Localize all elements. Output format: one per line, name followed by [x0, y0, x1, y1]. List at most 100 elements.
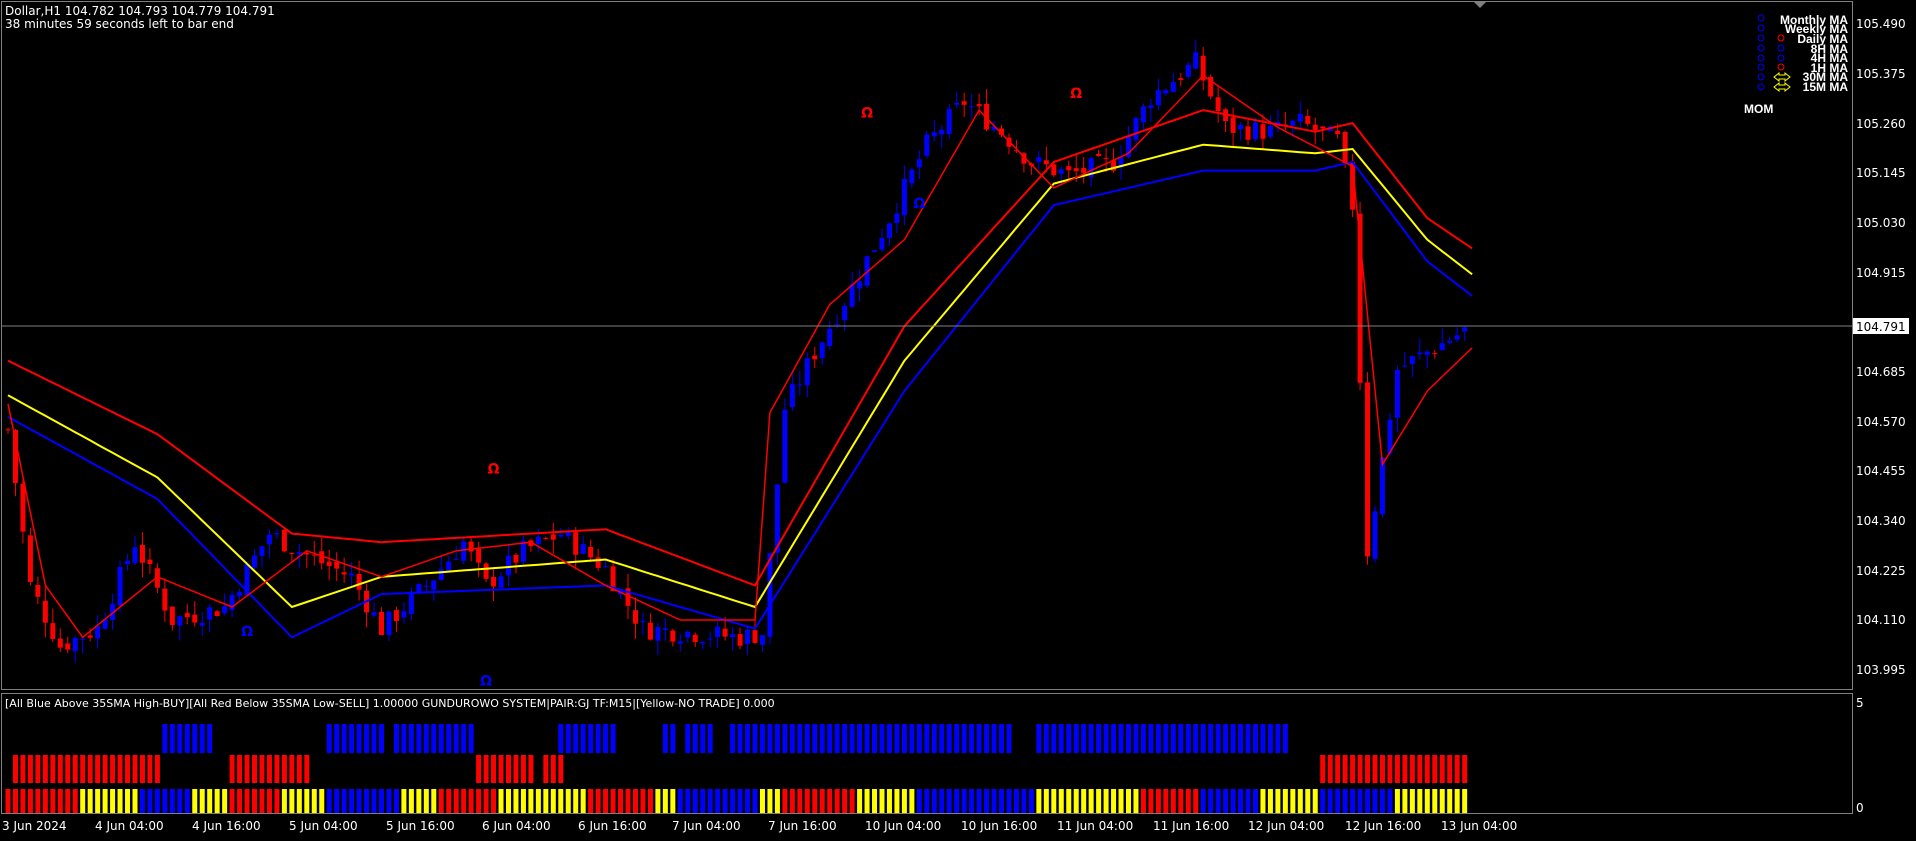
momentum-buy-bar — [431, 724, 437, 753]
momentum-buy-bar — [961, 724, 967, 753]
momentum-buy-bar — [1170, 724, 1176, 753]
current-price-label: 104.791 — [1856, 320, 1906, 334]
momentum-buy-bar — [797, 724, 803, 753]
momentum-no-trade-bar — [1417, 789, 1423, 813]
momentum-sell-bar — [102, 755, 108, 783]
momentum-sell-bar — [1178, 789, 1184, 813]
momentum-sell-bar — [1163, 789, 1169, 813]
momentum-buy-bar — [1006, 724, 1012, 753]
momentum-no-trade-bar — [1066, 789, 1072, 813]
bull-candle — [1394, 369, 1400, 418]
momentum-no-trade-bar — [1297, 789, 1303, 813]
momentum-no-trade-bar — [110, 789, 116, 813]
momentum-buy-bar — [924, 789, 930, 813]
momentum-buy-bar — [909, 724, 915, 753]
bear-candle — [543, 537, 549, 539]
price-tick-label: 105.260 — [1856, 117, 1906, 131]
momentum-sell-bar — [603, 789, 609, 813]
momentum-no-trade-bar — [1111, 789, 1117, 813]
momentum-buy-bar — [386, 789, 392, 813]
time-tick-label: 6 Jun 16:00 — [578, 819, 647, 833]
bull-candle — [453, 558, 459, 560]
bull-candle — [1155, 90, 1161, 106]
bull-candle — [1148, 105, 1154, 109]
momentum-sell-bar — [1454, 755, 1460, 783]
bull-candle — [819, 342, 825, 359]
momentum-buy-bar — [984, 724, 990, 753]
momentum-no-trade-bar — [1103, 789, 1109, 813]
bull-candle — [229, 594, 235, 611]
momentum-sell-bar — [110, 755, 116, 783]
momentum-buy-bar — [1223, 724, 1229, 753]
bull-candle — [857, 281, 863, 289]
momentum-sell-bar — [610, 789, 616, 813]
bull-candle — [177, 616, 183, 626]
bull-candle — [640, 621, 646, 623]
momentum-sell-bar — [834, 789, 840, 813]
momentum-buy-bar — [767, 724, 773, 753]
momentum-no-trade-bar — [408, 789, 414, 813]
bear-candle — [1178, 78, 1184, 80]
momentum-sell-bar — [849, 789, 855, 813]
momentum-buy-bar — [774, 724, 780, 753]
momentum-buy-bar — [1133, 724, 1139, 753]
bull-candle — [207, 607, 213, 620]
momentum-sell-bar — [1402, 755, 1408, 783]
momentum-no-trade-bar — [1447, 789, 1453, 813]
momentum-buy-bar — [565, 724, 571, 753]
bear-candle — [304, 552, 310, 555]
momentum-sell-bar — [1170, 789, 1176, 813]
momentum-sell-bar — [1417, 755, 1423, 783]
bear-candle — [976, 104, 982, 107]
momentum-sell-bar — [1185, 789, 1191, 813]
time-tick-label: 4 Jun 04:00 — [95, 819, 164, 833]
bear-candle — [20, 483, 26, 532]
momentum-buy-bar — [423, 724, 429, 753]
momentum-no-trade-bar — [401, 789, 407, 813]
bull-candle — [1036, 157, 1042, 162]
bull-candle — [274, 533, 280, 535]
indicator-scale-top: 5 — [1856, 696, 1864, 710]
momentum-sell-bar — [804, 789, 810, 813]
bear-candle — [1342, 131, 1348, 164]
momentum-buy-bar — [722, 789, 728, 813]
momentum-buy-bar — [192, 724, 198, 753]
momentum-sell-bar — [789, 789, 795, 813]
momentum-no-trade-bar — [95, 789, 101, 813]
momentum-buy-bar — [819, 724, 825, 753]
momentum-no-trade-bar — [857, 789, 863, 813]
bull-candle — [505, 555, 511, 576]
momentum-buy-bar — [438, 724, 444, 753]
momentum-sell-bar — [35, 755, 41, 783]
price-tick-label: 104.915 — [1856, 266, 1906, 280]
momentum-no-trade-bar — [1096, 789, 1102, 813]
momentum-no-trade-bar — [662, 789, 668, 813]
momentum-no-trade-bar — [289, 789, 295, 813]
momentum-sell-bar — [483, 789, 489, 813]
momentum-no-trade-bar — [1409, 789, 1415, 813]
momentum-sell-bar — [505, 755, 511, 783]
bull-candle — [842, 305, 848, 321]
momentum-no-trade-bar — [1133, 789, 1139, 813]
bear-candle — [214, 611, 220, 617]
bull-candle — [386, 611, 392, 635]
momentum-no-trade-bar — [1051, 789, 1057, 813]
momentum-no-trade-bar — [214, 789, 220, 813]
bear-candle — [35, 584, 41, 597]
bull-candle — [939, 129, 945, 135]
momentum-buy-bar — [946, 724, 952, 753]
momentum-no-trade-bar — [1290, 789, 1296, 813]
momentum-no-trade-bar — [767, 789, 773, 813]
bull-candle — [1462, 327, 1468, 332]
bull-candle — [558, 534, 564, 537]
momentum-sell-bar — [1432, 755, 1438, 783]
bull-candle — [259, 546, 265, 557]
bull-candle — [498, 576, 504, 588]
chart-window[interactable]: Ω Ω Ω Ω Ω Ω 104.791 Dollar,H1 104.782 104.793… — [0, 0, 1916, 841]
bull-candle — [580, 544, 586, 554]
time-tick-label: 4 Jun 16:00 — [192, 819, 261, 833]
momentum-buy-bar — [1073, 724, 1079, 753]
momentum-no-trade-bar — [872, 789, 878, 813]
chart-background — [0, 0, 1916, 841]
momentum-no-trade-bar — [505, 789, 511, 813]
